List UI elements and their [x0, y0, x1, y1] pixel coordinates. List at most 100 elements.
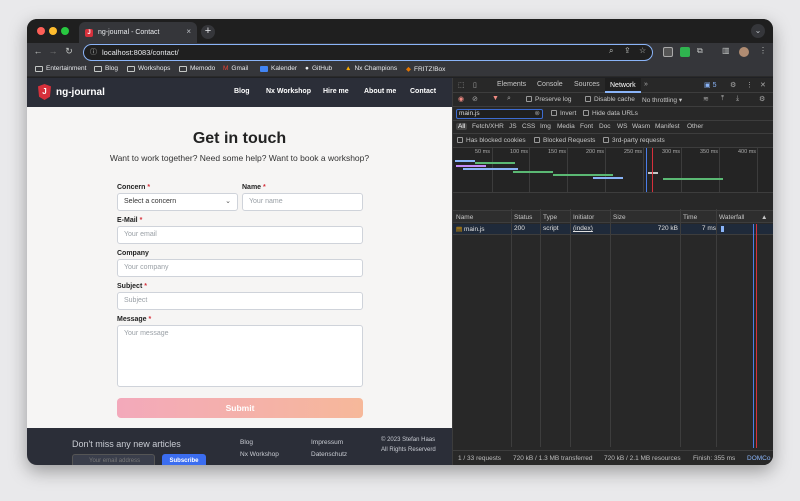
- site-info-icon[interactable]: ⓘ: [90, 45, 97, 60]
- cell-initiator[interactable]: (index): [573, 225, 593, 232]
- nav-contact[interactable]: Contact: [410, 88, 436, 95]
- footer-link-datenschutz[interactable]: Datenschutz: [311, 451, 347, 458]
- inspect-element-icon[interactable]: ⬚: [458, 81, 465, 89]
- settings-gear-icon[interactable]: ⚙: [730, 81, 736, 89]
- extension-icon[interactable]: [663, 47, 673, 57]
- menu-kebab-icon[interactable]: ⋮: [759, 46, 767, 55]
- tab-search-button[interactable]: ⌄: [751, 24, 765, 38]
- bookmark-star-icon[interactable]: ☆: [639, 46, 646, 55]
- side-panel-icon[interactable]: ▥: [722, 46, 730, 55]
- reload-icon[interactable]: ↻: [63, 46, 75, 57]
- newsletter-email-input[interactable]: Your email address: [72, 454, 155, 465]
- hide-data-urls-checkbox[interactable]: Hide data URLs: [583, 110, 638, 117]
- subject-field[interactable]: Subject: [117, 292, 363, 310]
- bookmark-item[interactable]: M Gmail: [223, 65, 248, 72]
- tab-console[interactable]: Console: [537, 81, 563, 88]
- subscribe-button[interactable]: Subscribe: [162, 454, 206, 465]
- tab-elements[interactable]: Elements: [497, 81, 526, 88]
- nav-hire-me[interactable]: Hire me: [323, 88, 349, 95]
- share-icon[interactable]: ⇪: [624, 46, 631, 55]
- throttling-select[interactable]: No throttling ▾: [642, 96, 682, 104]
- footer-link-impressum[interactable]: Impressum: [311, 439, 343, 446]
- blocked-requests-checkbox[interactable]: Blocked Requests: [534, 137, 595, 144]
- bookmark-item[interactable]: Kalender: [260, 65, 297, 72]
- clear-icon[interactable]: ⊘: [472, 95, 478, 103]
- tab-sources[interactable]: Sources: [574, 81, 600, 88]
- type-filter-wasm[interactable]: Wasm: [632, 123, 650, 130]
- third-party-checkbox[interactable]: 3rd-party requests: [603, 137, 665, 144]
- address-bar[interactable]: ⓘ localhost:8083/contact/: [83, 44, 653, 61]
- col-type[interactable]: Type: [543, 214, 557, 221]
- forward-icon[interactable]: →: [47, 46, 59, 56]
- minimize-window-button[interactable]: [49, 27, 57, 35]
- issues-icon[interactable]: ▣ 5: [704, 81, 716, 89]
- network-filter-input[interactable]: main.js ⊗: [456, 109, 543, 119]
- browser-tab[interactable]: J ng-journal - Contact ×: [79, 22, 197, 43]
- maximize-window-button[interactable]: [61, 27, 69, 35]
- network-conditions-icon[interactable]: ≋: [703, 95, 709, 103]
- message-textarea[interactable]: Your message: [117, 325, 363, 387]
- concern-select[interactable]: Select a concern ⌄: [117, 193, 238, 211]
- extensions-puzzle-icon[interactable]: ⧉: [697, 46, 703, 56]
- site-logo[interactable]: J: [38, 84, 51, 100]
- col-initiator[interactable]: Initiator: [573, 214, 594, 221]
- back-icon[interactable]: ←: [32, 46, 44, 56]
- new-tab-button[interactable]: +: [201, 25, 215, 39]
- nav-nx-workshop[interactable]: Nx Workshop: [266, 88, 311, 95]
- footer-link-nx-workshop[interactable]: Nx Workshop: [240, 451, 279, 458]
- extension-green-icon[interactable]: [680, 47, 690, 57]
- more-tabs-icon[interactable]: »: [644, 81, 648, 88]
- bookmark-item[interactable]: Workshops: [127, 65, 170, 72]
- export-har-icon[interactable]: ⤓: [736, 95, 739, 103]
- profile-avatar[interactable]: [739, 47, 749, 57]
- type-filter-css[interactable]: CSS: [522, 123, 535, 130]
- site-brand[interactable]: ng-journal: [56, 87, 105, 98]
- disable-cache-checkbox[interactable]: Disable cache: [585, 96, 635, 103]
- type-filter-manifest[interactable]: Manifest: [655, 123, 680, 130]
- search-icon[interactable]: ⌕: [507, 95, 511, 103]
- type-filter-js[interactable]: JS: [509, 123, 517, 130]
- blocked-cookies-checkbox[interactable]: Has blocked cookies: [457, 137, 526, 144]
- col-size[interactable]: Size: [613, 214, 626, 221]
- filter-funnel-icon[interactable]: ▼: [492, 95, 499, 102]
- tab-close-icon[interactable]: ×: [186, 27, 191, 36]
- col-waterfall[interactable]: Waterfall: [719, 214, 744, 221]
- network-settings-icon[interactable]: ⚙: [759, 95, 765, 103]
- network-overview[interactable]: 50 ms 100 ms 150 ms 200 ms 250 ms 300 ms…: [453, 148, 773, 193]
- bookmark-item[interactable]: ◆ FRITZ!Box: [406, 65, 445, 74]
- type-filter-font[interactable]: Font: [580, 123, 593, 130]
- type-filter-img[interactable]: Img: [540, 123, 551, 130]
- type-filter-doc[interactable]: Doc: [599, 123, 611, 130]
- bookmark-item[interactable]: Memodo: [179, 65, 215, 72]
- col-time[interactable]: Time: [683, 214, 697, 221]
- table-row[interactable]: ▤ main.js 200 script (index) 720 kB 7 ms: [453, 224, 773, 235]
- devtools-menu-icon[interactable]: ⋮: [746, 81, 753, 89]
- company-field[interactable]: Your company: [117, 259, 363, 277]
- footer-link-blog[interactable]: Blog: [240, 439, 253, 446]
- record-icon[interactable]: ◉: [458, 95, 464, 103]
- clear-filter-icon[interactable]: ⊗: [535, 110, 540, 118]
- type-filter-other[interactable]: Other: [687, 123, 703, 130]
- bookmark-item[interactable]: ● GitHub: [305, 65, 332, 72]
- preserve-log-checkbox[interactable]: Preserve log: [526, 96, 572, 103]
- nav-blog[interactable]: Blog: [234, 88, 250, 95]
- device-toolbar-icon[interactable]: ▯: [473, 81, 477, 89]
- name-field[interactable]: Your name: [242, 193, 363, 211]
- type-filter-ws[interactable]: WS: [617, 123, 627, 130]
- col-status[interactable]: Status: [514, 214, 532, 221]
- type-filter-media[interactable]: Media: [557, 123, 575, 130]
- close-window-button[interactable]: [37, 27, 45, 35]
- nav-about-me[interactable]: About me: [364, 88, 396, 95]
- col-name[interactable]: Name: [456, 214, 473, 221]
- zoom-search-icon[interactable]: ⌕: [609, 46, 613, 56]
- close-devtools-icon[interactable]: ✕: [760, 81, 766, 89]
- email-field[interactable]: Your email: [117, 226, 363, 244]
- tab-network[interactable]: Network: [605, 78, 641, 93]
- bookmark-item[interactable]: Entertainment: [35, 65, 86, 72]
- import-har-icon[interactable]: ⤒: [721, 95, 724, 103]
- invert-checkbox[interactable]: Invert: [551, 110, 576, 117]
- bookmark-item[interactable]: ▲ Nx Champions: [345, 65, 397, 72]
- submit-button[interactable]: Submit: [117, 398, 363, 418]
- bookmark-item[interactable]: Blog: [94, 65, 118, 72]
- type-filter-fetch[interactable]: Fetch/XHR: [472, 123, 504, 130]
